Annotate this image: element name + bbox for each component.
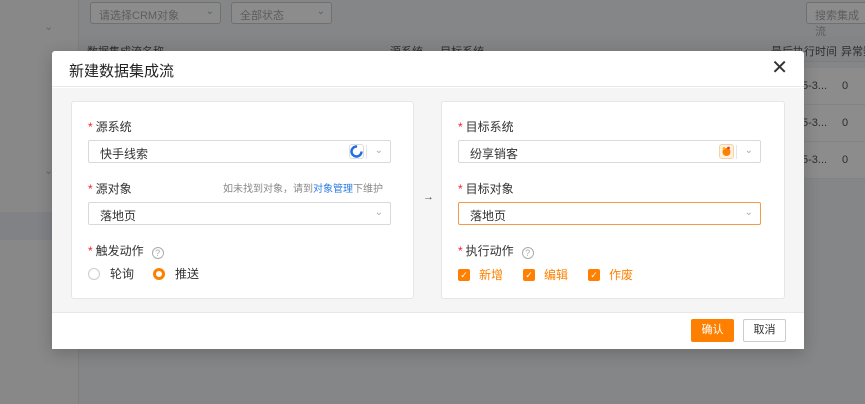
required-mark: * [458,120,463,134]
source-system-value: 快手线索 [100,147,149,161]
checkbox-checked-icon: ✓ [588,268,600,281]
fxiaoke-app-icon [719,144,734,159]
cancel-button[interactable]: 取消 [743,319,786,342]
required-mark: * [88,182,93,196]
target-object-label: * 目标对象 [458,182,514,196]
source-object-value: 落地页 [100,209,137,223]
dialog-body: * 源系统 快手线索 ⌄ * 源对象 如未找到对象，请到对象管理下维护 落地页 ⌄ [52,88,804,312]
chevron-down-icon: ⌄ [374,145,383,156]
required-mark: * [88,120,93,134]
help-icon[interactable]: ? [521,247,534,259]
source-card: * 源系统 快手线索 ⌄ * 源对象 如未找到对象，请到对象管理下维护 落地页 ⌄ [71,101,414,299]
checkbox-checked-icon: ✓ [523,268,535,281]
required-mark: * [458,244,463,258]
action-checkbox-edit[interactable]: ✓ 编辑 [523,266,568,283]
chevron-down-icon: ⌄ [744,145,753,156]
source-object-select[interactable]: 落地页 ⌄ [88,202,391,225]
required-mark: * [458,182,463,196]
object-management-hint: 如未找到对象，请到对象管理下维护 [223,184,383,195]
dialog-header: 新建数据集成流 ✕ [52,51,804,87]
execute-action-label: * 执行动作? [458,242,534,259]
target-card: * 目标系统 纷享销客 ⌄ * 目标对象 落地页 ⌄ * 执行动作? ✓ 新增 … [441,101,785,299]
trigger-action-label: * 触发动作? [88,242,164,259]
trigger-option-push[interactable]: 推送 [153,265,199,282]
target-system-value: 纷享销客 [470,147,519,161]
dialog-title: 新建数据集成流 [69,63,175,80]
required-mark: * [88,244,93,258]
trigger-option-poll[interactable]: 轮询 [88,265,134,282]
chevron-down-icon: ⌄ [744,207,753,218]
radio-circle [88,267,100,280]
object-management-link[interactable]: 对象管理 [313,184,353,195]
help-icon[interactable]: ? [151,247,164,259]
target-system-select[interactable]: 纷享销客 ⌄ [458,140,761,163]
source-system-label: * 源系统 [88,120,132,134]
radio-circle-selected [153,267,165,280]
target-system-label: * 目标系统 [458,120,514,134]
confirm-button[interactable]: 确认 [691,319,734,342]
source-object-label: * 源对象 [88,182,132,196]
action-checkbox-void[interactable]: ✓ 作废 [588,266,633,283]
target-object-value: 落地页 [470,209,507,223]
dialog-footer: 确认 取消 [52,312,804,349]
source-system-select[interactable]: 快手线索 ⌄ [88,140,391,163]
action-checkbox-create[interactable]: ✓ 新增 [458,266,503,283]
chevron-down-icon: ⌄ [374,207,383,218]
arrow-right-icon: → [423,191,434,203]
target-object-select[interactable]: 落地页 ⌄ [458,202,761,225]
close-icon[interactable]: ✕ [771,58,788,78]
checkbox-checked-icon: ✓ [458,268,470,281]
kuaishou-app-icon [349,144,364,159]
create-integration-flow-dialog: 新建数据集成流 ✕ * 源系统 快手线索 ⌄ * 源对象 如未找到对象，请到对象管理… [52,51,804,349]
